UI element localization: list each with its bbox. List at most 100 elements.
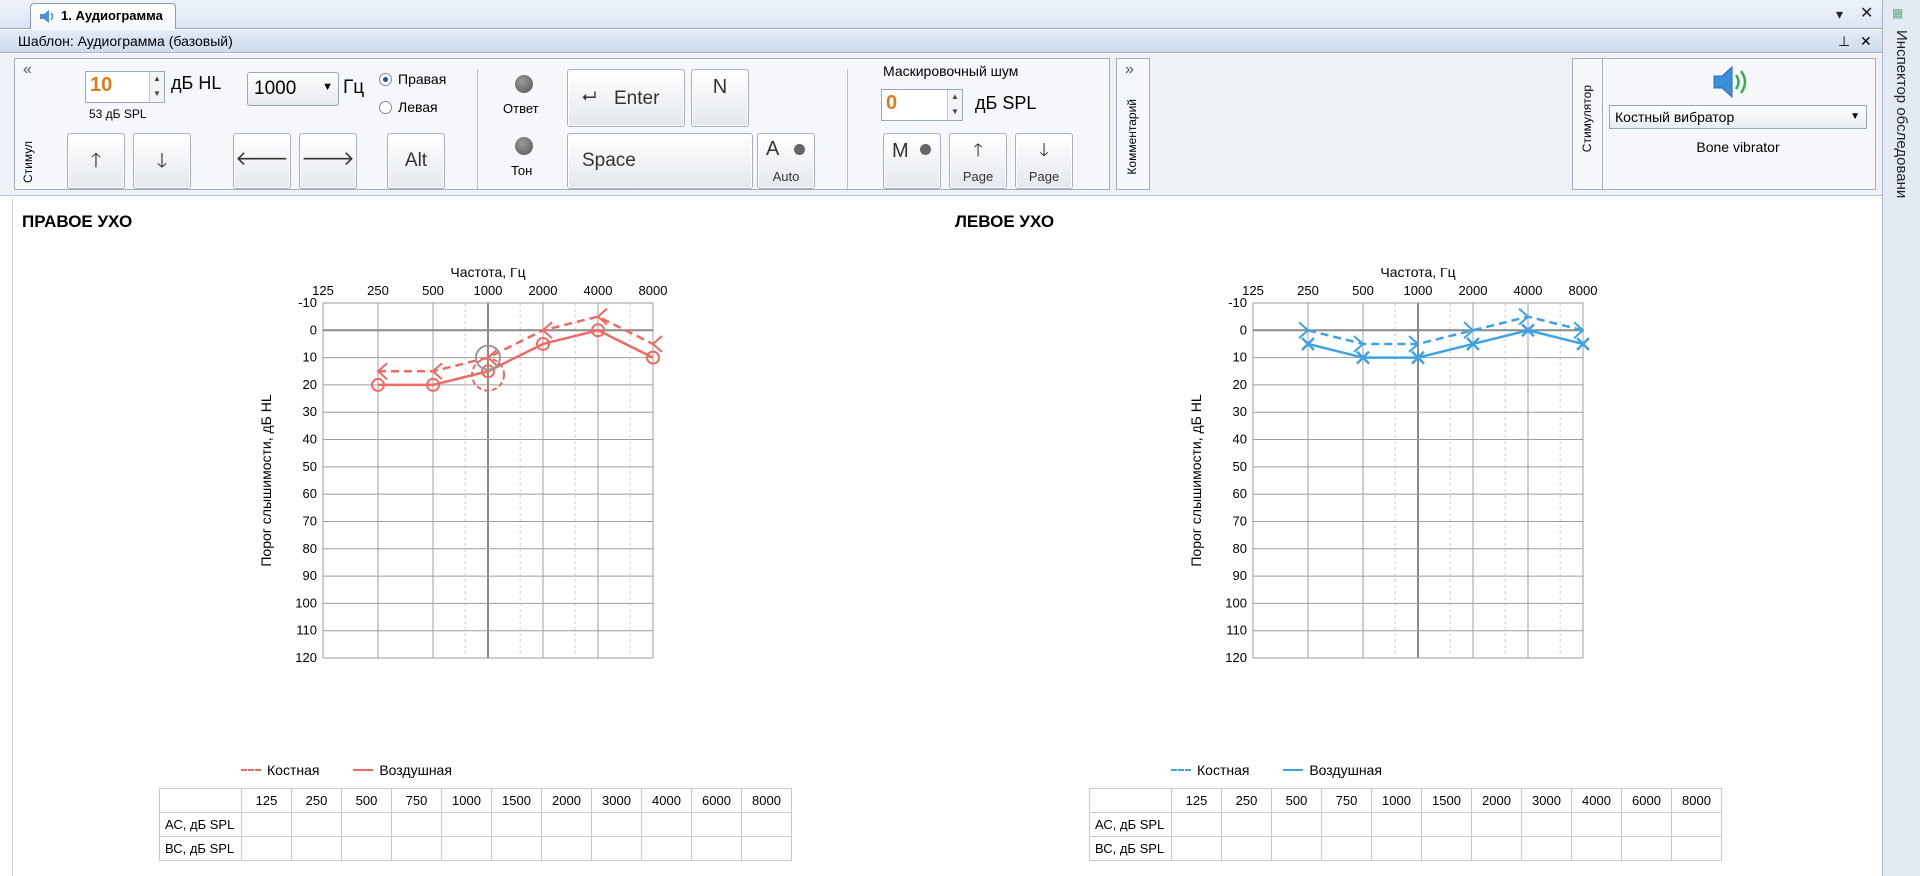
table-cell[interactable] [1421, 812, 1472, 837]
table-cell[interactable] [541, 836, 592, 861]
auto-indicator [794, 144, 805, 155]
alt-button[interactable]: Alt [387, 133, 445, 189]
spin-up-icon[interactable]: ▲ [150, 72, 164, 87]
table-cell[interactable] [1221, 836, 1272, 861]
table-cell[interactable] [1621, 812, 1672, 837]
speaker-sound-icon [1713, 65, 1747, 99]
table-cell[interactable] [291, 836, 342, 861]
radio-left-ear[interactable]: Левая [379, 99, 438, 115]
space-button[interactable]: Space [567, 133, 753, 189]
spin-up-icon[interactable]: ▲ [948, 90, 962, 105]
tone-indicator [515, 137, 533, 155]
spin-down-icon[interactable]: ▼ [948, 105, 962, 120]
n-button[interactable]: N [691, 69, 749, 127]
x-axis-label: Частота, Гц [1380, 268, 1455, 280]
y-tick-label: 90 [1233, 568, 1247, 583]
table-cell[interactable] [391, 812, 442, 837]
pin-icon[interactable]: ⊥ [1838, 30, 1850, 53]
table-cell[interactable] [1521, 836, 1572, 861]
page-down-button[interactable]: 🡓 Page [1015, 133, 1073, 189]
table-cell[interactable] [1321, 812, 1372, 837]
table-cell[interactable] [591, 812, 642, 837]
table-cell[interactable] [741, 812, 792, 837]
radio-right-ear[interactable]: Правая [379, 71, 446, 87]
table-cell[interactable] [1271, 812, 1322, 837]
stimulator-caption: Bone vibrator [1696, 139, 1780, 155]
table-cell[interactable] [741, 836, 792, 861]
stimulator-select[interactable]: Костный вибратор ▼ [1609, 105, 1867, 129]
table-cell[interactable] [441, 836, 492, 861]
table-cell[interactable] [541, 812, 592, 837]
x-tick-label: 1000 [1404, 283, 1433, 298]
mask-value: 0 [886, 92, 898, 114]
level-up-button[interactable]: 🡑 [67, 133, 125, 189]
table-cell[interactable] [1371, 812, 1422, 837]
table-cell[interactable] [1621, 836, 1672, 861]
left-ear-audiogram[interactable]: 125 250 500 1000 2000 4000 8000-10010203040506… [1173, 268, 1673, 808]
table-cell[interactable] [291, 812, 342, 837]
table-cell[interactable] [1671, 812, 1722, 837]
level-down-button[interactable]: 🡓 [133, 133, 191, 189]
table-cell[interactable] [241, 836, 292, 861]
dropdown-arrow-icon[interactable]: ▾ [1836, 5, 1843, 23]
table-row: ВС, дБ SPL [1089, 836, 1722, 861]
table-cell[interactable] [1471, 836, 1522, 861]
table-cell[interactable] [1271, 836, 1322, 861]
mask-toggle-button[interactable]: M [883, 133, 941, 189]
right-ear-legend: Костная Воздушная [241, 762, 452, 778]
close-icon[interactable]: ✕ [1860, 5, 1873, 23]
table-cell[interactable] [491, 836, 542, 861]
tab-audiogram[interactable]: 1. Аудиограмма [30, 3, 176, 29]
table-cell[interactable] [491, 812, 542, 837]
close-panel-icon[interactable]: ✕ [1860, 30, 1872, 53]
collapse-left-icon[interactable]: « [23, 61, 32, 79]
table-cell[interactable] [1571, 812, 1622, 837]
table-cell[interactable] [641, 836, 692, 861]
table-cell[interactable] [691, 812, 742, 837]
level-spinner[interactable]: 10 ▲ ▼ [85, 71, 165, 103]
table-cell[interactable] [341, 836, 392, 861]
row-header: ВС, дБ SPL [159, 836, 242, 861]
table-cell[interactable] [241, 812, 292, 837]
right-ear-audiogram[interactable]: 125 250 500 1000 2000 4000 8000-10010203040506… [243, 268, 743, 808]
y-tick-label: 60 [1233, 486, 1247, 501]
table-cell[interactable] [391, 836, 442, 861]
table-cell[interactable] [1171, 812, 1222, 837]
auto-button[interactable]: A Auto [757, 133, 815, 189]
table-cell[interactable] [1471, 812, 1522, 837]
table-cell[interactable] [1571, 836, 1622, 861]
level-value: 10 [90, 74, 113, 96]
enter-button[interactable]: ⮠ Enter [567, 69, 685, 127]
arrow-up-icon: 🡑 [90, 150, 102, 172]
stimulus-toolbar: « Стимул 10 ▲ ▼ дБ HL 53 дБ SPL 1000 ▼ Гц… [0, 54, 1882, 196]
comment-panel[interactable]: » Комментарий [1116, 58, 1150, 190]
column-header: 4000 [1571, 788, 1622, 813]
mask-spinner[interactable]: 0 ▲ ▼ [881, 89, 963, 121]
column-header: 8000 [741, 788, 792, 813]
inspector-side-panel[interactable]: ▦ Инспектор обследовани [1882, 0, 1920, 876]
table-cell[interactable] [1421, 836, 1472, 861]
table-cell[interactable] [1321, 836, 1372, 861]
chevron-down-icon: ▼ [1850, 111, 1860, 122]
table-cell[interactable] [1171, 836, 1222, 861]
table-cell[interactable] [341, 812, 392, 837]
stimulator-device: Костный вибратор [1615, 109, 1735, 125]
freq-up-button[interactable]: 🡒 [299, 133, 357, 189]
table-cell[interactable] [1371, 836, 1422, 861]
table-cell[interactable] [1671, 836, 1722, 861]
frequency-select[interactable]: 1000 ▼ [247, 72, 339, 106]
expand-right-icon[interactable]: » [1125, 61, 1134, 79]
y-tick-label: -10 [298, 295, 317, 310]
freq-down-button[interactable]: 🡐 [233, 133, 291, 189]
spin-down-icon[interactable]: ▼ [150, 87, 164, 102]
table-cell[interactable] [1521, 812, 1572, 837]
table-cell[interactable] [691, 836, 742, 861]
table-cell[interactable] [441, 812, 492, 837]
table-cell[interactable] [1221, 812, 1272, 837]
y-tick-label: 80 [1233, 541, 1247, 556]
table-cell[interactable] [591, 836, 642, 861]
page-up-button[interactable]: 🡑 Page [949, 133, 1007, 189]
table-cell[interactable] [641, 812, 692, 837]
y-tick-label: 70 [1233, 513, 1247, 528]
arrow-down-icon: 🡓 [1039, 140, 1049, 160]
